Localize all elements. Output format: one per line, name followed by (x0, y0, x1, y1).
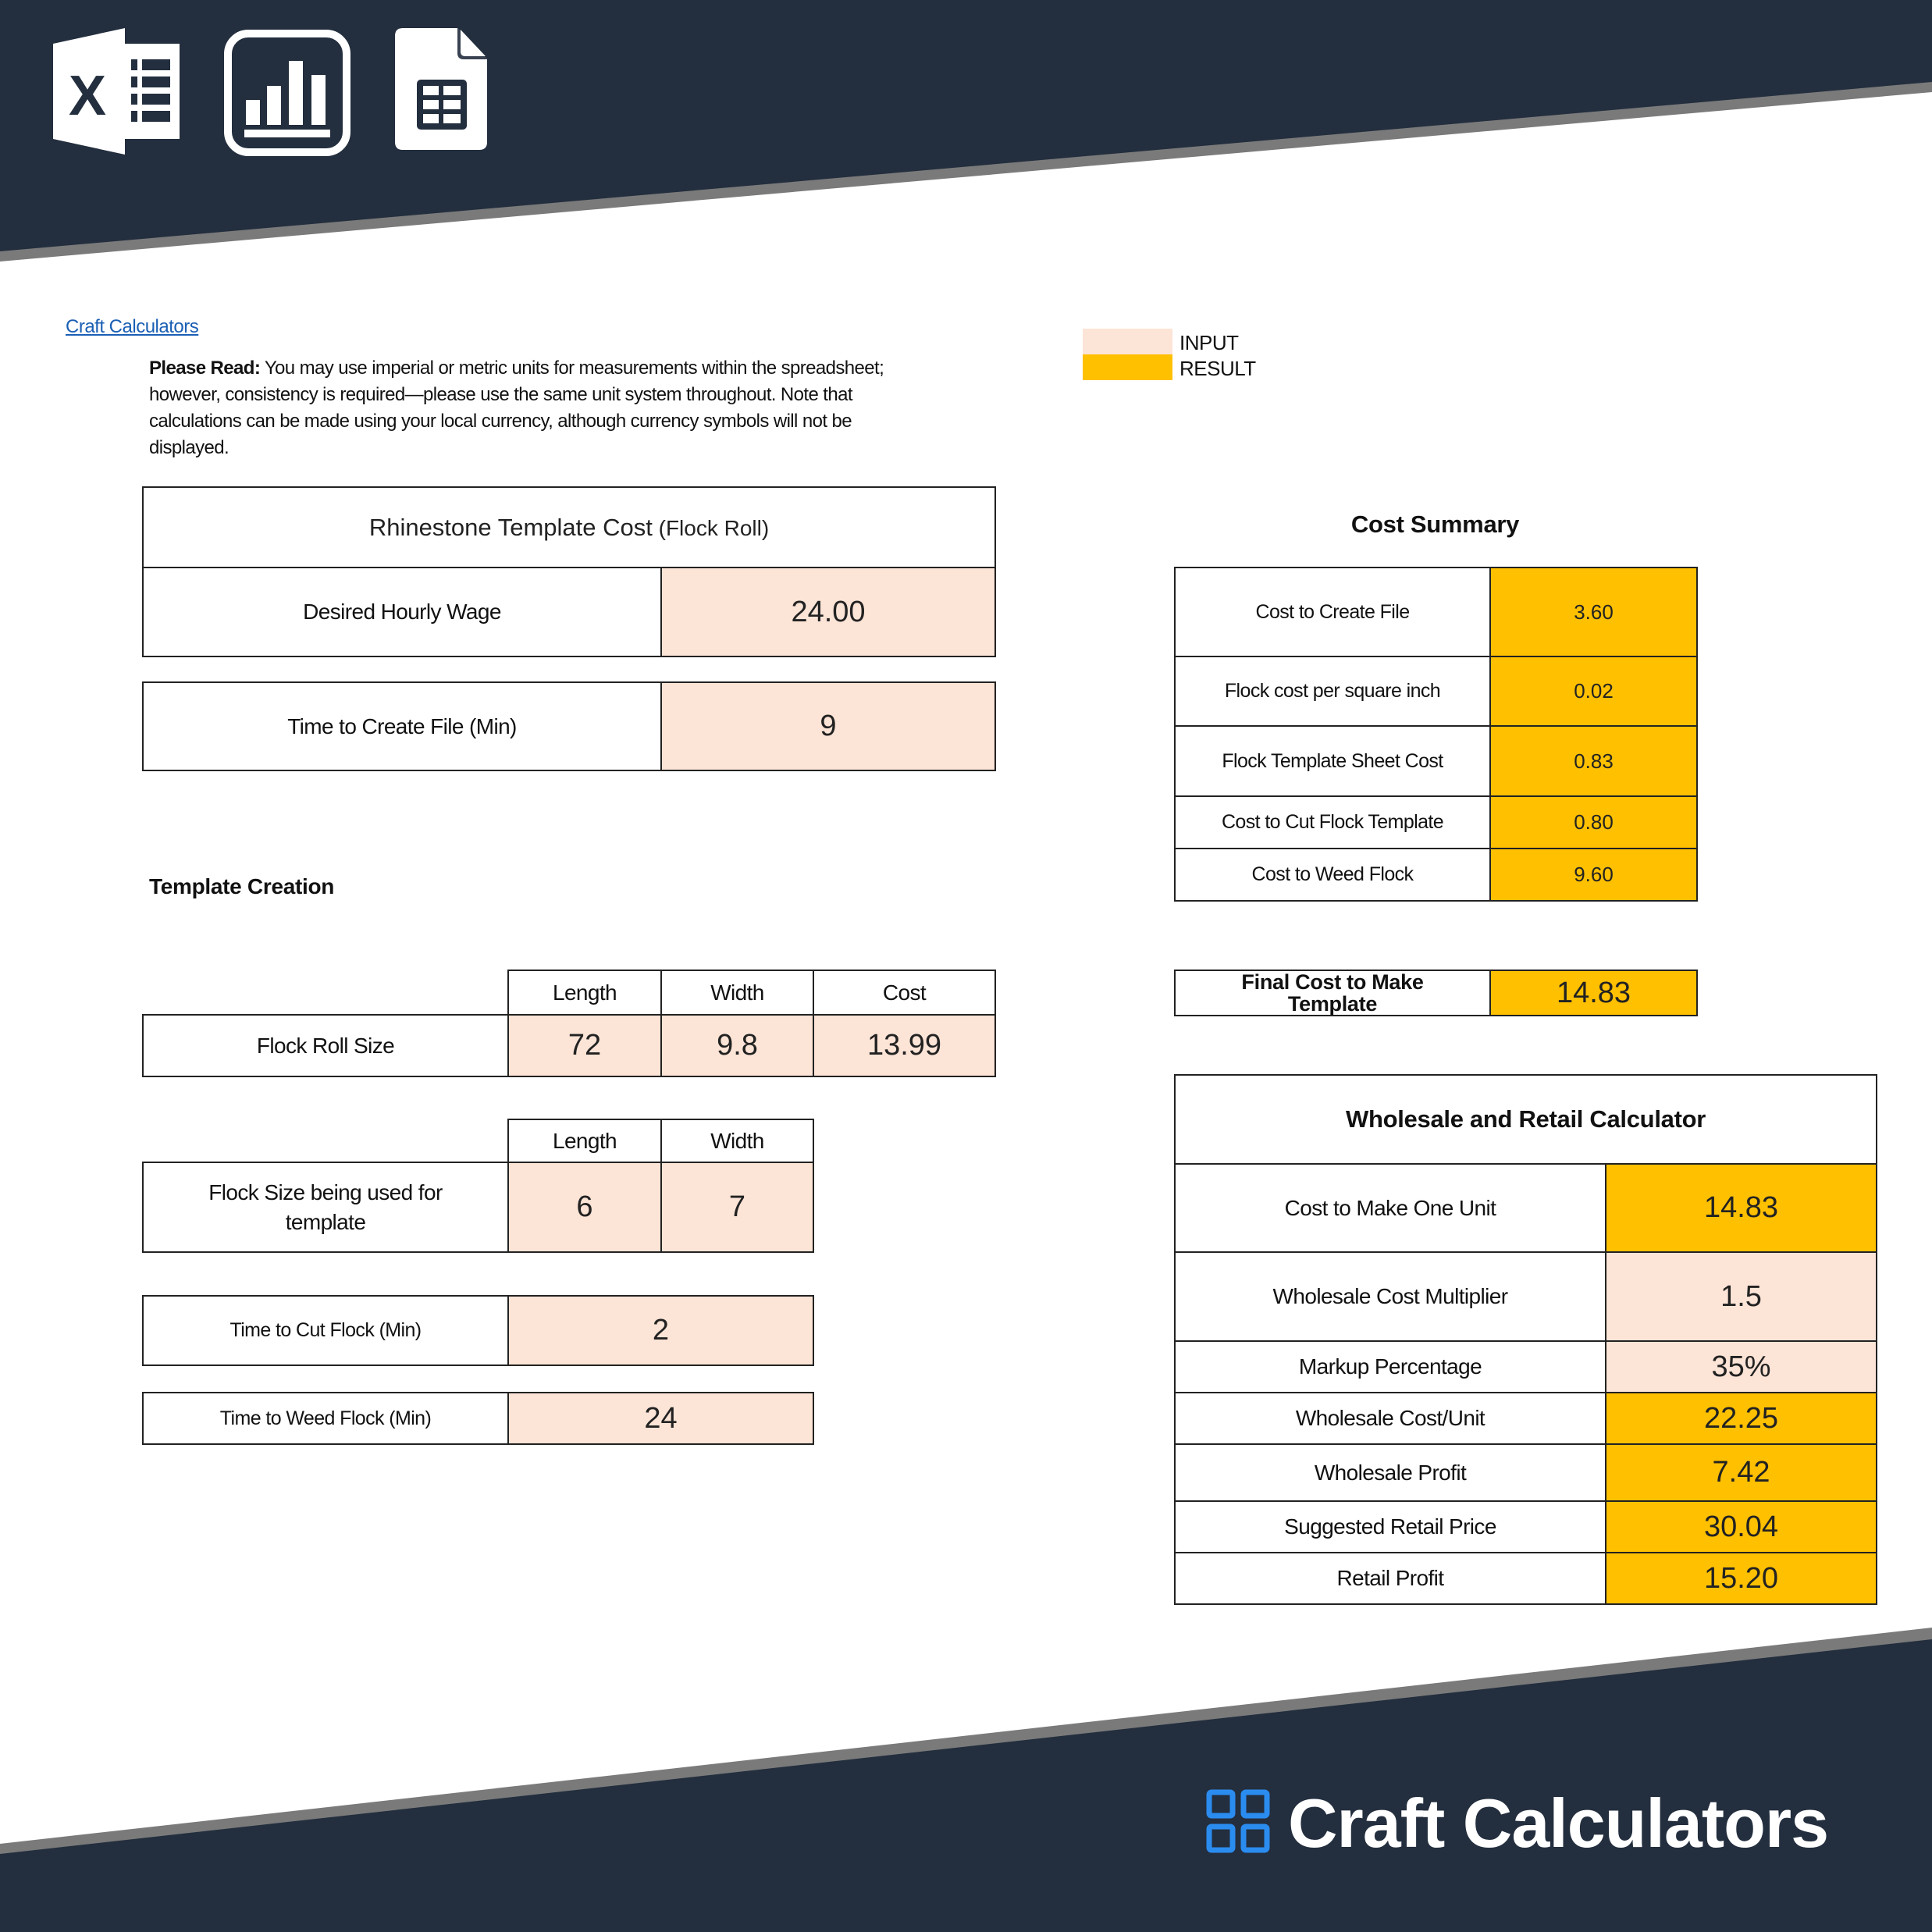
cost-summary-table: Cost to Create File 3.60 Flock cost per … (1174, 567, 1698, 902)
cost-summary-row-label: Cost to Cut Flock Template (1174, 795, 1491, 849)
wholesale-row-label: Wholesale Profit (1174, 1443, 1606, 1502)
craft-calculators-link[interactable]: Craft Calculators (66, 316, 199, 338)
cost-summary-row-label: Cost to Create File (1174, 567, 1491, 657)
excel-icon: X (53, 28, 180, 155)
flock-roll-cost-input[interactable]: 13.99 (813, 1014, 996, 1077)
flock-used-header-width: Width (660, 1119, 814, 1163)
template-creation-heading: Template Creation (149, 874, 335, 898)
flock-roll-length-input[interactable]: 72 (507, 1014, 662, 1077)
note-text: You may use imperial or metric units for… (149, 358, 884, 458)
flock-roll-header-cost: Cost (813, 970, 996, 1016)
flock-used-length-input[interactable]: 6 (507, 1162, 662, 1253)
brand-grid-icon (1206, 1789, 1270, 1853)
wholesale-row-label: Retail Profit (1174, 1552, 1606, 1605)
cost-summary-row-value: 3.60 (1489, 567, 1698, 657)
cost-one-unit-value: 14.83 (1604, 1163, 1878, 1253)
cut-time-label: Time to Cut Flock (Min) (142, 1295, 509, 1366)
wholesale-retail-table: Wholesale and Retail Calculator Cost to … (1173, 1074, 1878, 1605)
cost-summary-row-label: Flock cost per square inch (1174, 656, 1491, 727)
wholesale-row-label: Markup Percentage (1174, 1340, 1606, 1393)
template-cost-title-main: Rhinestone Template Cost (368, 513, 653, 541)
time-create-input[interactable]: 9 (660, 681, 996, 771)
final-cost-label: Final Cost to Make Template (1174, 970, 1491, 1016)
wholesale-row-label: Wholesale Cost/Unit (1174, 1392, 1606, 1445)
svg-text:X: X (69, 65, 106, 127)
legend-result-swatch (1083, 354, 1172, 380)
cost-summary-row-value: 0.83 (1489, 725, 1698, 797)
background-banners (0, 0, 1932, 1932)
wholesale-retail-title: Wholesale and Retail Calculator (1173, 1074, 1878, 1165)
flock-roll-label: Flock Roll Size (142, 1014, 509, 1077)
flock-used-width-input[interactable]: 7 (660, 1162, 814, 1253)
cut-time-table: Time to Cut Flock (Min) 2 (142, 1295, 814, 1366)
hourly-wage-input[interactable]: 24.00 (660, 567, 996, 657)
template-cost-title: Rhinestone Template Cost (Flock Roll) (142, 486, 996, 568)
time-create-table: Time to Create File (Min) 9 (142, 681, 996, 771)
flock-roll-width-input[interactable]: 9.8 (660, 1014, 814, 1077)
wholesale-row-label: Suggested Retail Price (1174, 1500, 1606, 1553)
wholesale-cost-unit-value: 22.25 (1604, 1392, 1878, 1445)
weed-time-input[interactable]: 24 (507, 1392, 814, 1445)
bar-chart-icon (224, 30, 350, 156)
time-create-label: Time to Create File (Min) (142, 681, 662, 771)
wholesale-row-label: Wholesale Cost Multiplier (1174, 1251, 1606, 1342)
flock-used-table: Length Width Flock Size being used for t… (142, 1119, 814, 1253)
flock-roll-table: Length Width Cost Flock Roll Size 72 9.8… (142, 970, 996, 1077)
flock-used-header-length: Length (507, 1119, 662, 1163)
legend-input-label: INPUT (1179, 331, 1239, 354)
cost-summary-row-label: Flock Template Sheet Cost (1174, 725, 1491, 797)
flock-used-corner (143, 1119, 508, 1162)
note-bold-prefix: Please Read: (149, 358, 261, 379)
cost-summary-row-label: Cost to Weed Flock (1174, 848, 1491, 902)
flock-roll-header-length: Length (507, 970, 662, 1016)
suggested-retail-value: 30.04 (1604, 1500, 1878, 1553)
template-cost-title-suffix: (Flock Roll) (652, 515, 770, 540)
please-read-note: Please Read: You may use imperial or met… (149, 355, 930, 461)
legend-result-label: RESULT (1179, 357, 1256, 380)
cost-summary-row-value: 0.80 (1489, 795, 1698, 849)
flock-roll-corner (143, 970, 508, 1015)
wholesale-row-label: Cost to Make One Unit (1174, 1163, 1606, 1253)
cost-summary-row-value: 0.02 (1489, 656, 1698, 727)
markup-percentage-input[interactable]: 35% (1604, 1340, 1878, 1393)
weed-time-table: Time to Weed Flock (Min) 24 (142, 1392, 814, 1445)
retail-profit-value: 15.20 (1604, 1552, 1878, 1605)
cost-summary-row-value: 9.60 (1489, 848, 1698, 902)
flock-roll-header-width: Width (660, 970, 814, 1016)
wholesale-profit-value: 7.42 (1604, 1443, 1878, 1502)
weed-time-label: Time to Weed Flock (Min) (142, 1392, 509, 1445)
flock-used-label: Flock Size being used for template (142, 1162, 509, 1253)
template-cost-table: Rhinestone Template Cost (Flock Roll) De… (142, 486, 996, 657)
cut-time-input[interactable]: 2 (507, 1295, 814, 1366)
brand-name: Craft Calculators (1288, 1784, 1829, 1862)
final-cost-table: Final Cost to Make Template 14.83 (1174, 970, 1698, 1016)
legend-input-swatch (1083, 329, 1172, 354)
hourly-wage-label: Desired Hourly Wage (142, 567, 662, 657)
final-cost-value: 14.83 (1489, 970, 1698, 1016)
wholesale-multiplier-input[interactable]: 1.5 (1604, 1251, 1878, 1342)
cost-summary-heading: Cost Summary (1350, 511, 1520, 538)
sheets-document-icon (395, 28, 487, 150)
